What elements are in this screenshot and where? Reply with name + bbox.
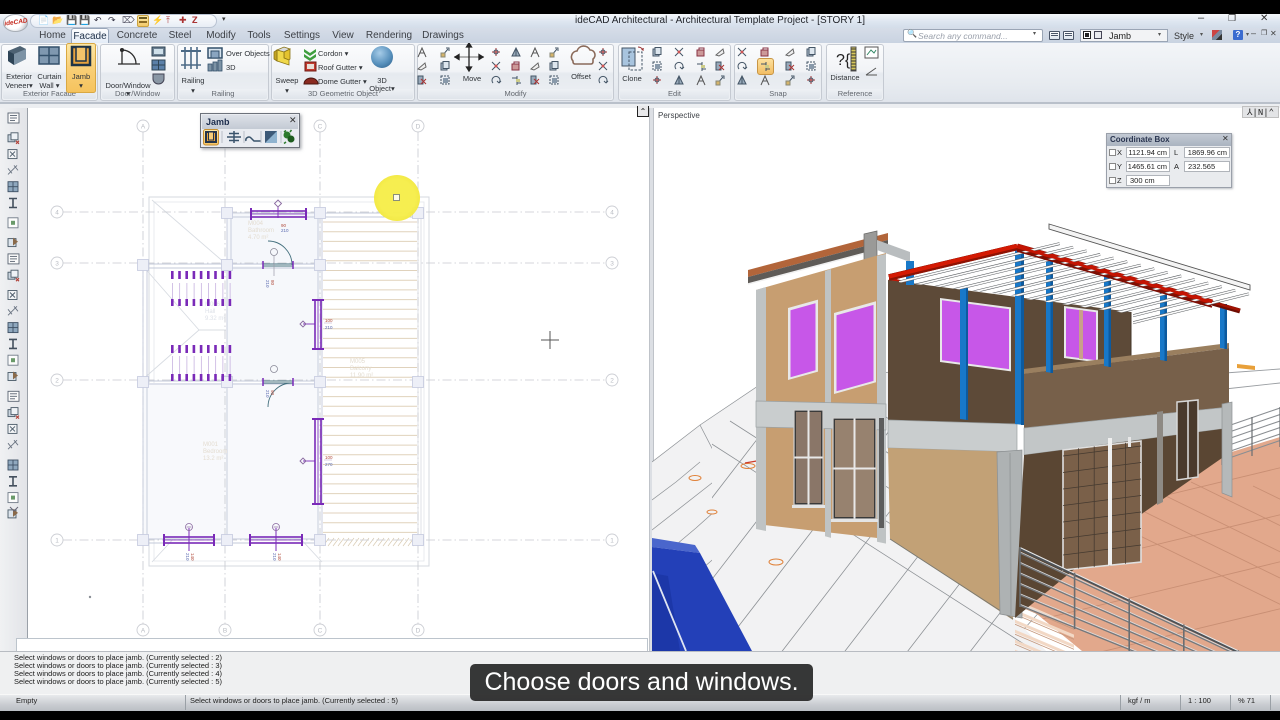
svg-text:D: D [416, 627, 421, 634]
svg-text:210: 210 [272, 553, 277, 561]
svg-text:4.70 m²: 4.70 m² [248, 235, 268, 241]
svg-text:A: A [141, 123, 146, 130]
svg-text:4: 4 [610, 209, 614, 216]
svg-text:B: B [223, 627, 227, 634]
svg-text:Bathroom: Bathroom [248, 228, 274, 234]
svg-text:11.90 m²: 11.90 m² [350, 373, 373, 379]
svg-text:2: 2 [610, 377, 614, 384]
svg-text:D: D [416, 123, 421, 130]
svg-text:1: 1 [55, 537, 59, 544]
svg-text:210: 210 [265, 390, 270, 398]
svg-text:210: 210 [265, 280, 270, 288]
svg-text:100: 100 [325, 455, 333, 460]
svg-text:M001: M001 [203, 442, 219, 448]
svg-text:M005: M005 [350, 359, 366, 365]
svg-text:?{: ?{ [836, 52, 851, 69]
svg-text:A: A [141, 627, 146, 634]
svg-text:C: C [318, 123, 323, 130]
svg-text:C: C [318, 627, 323, 634]
svg-text:210: 210 [281, 228, 289, 233]
svg-text:4: 4 [55, 209, 59, 216]
svg-text:Balcony: Balcony [350, 366, 371, 372]
svg-text:100: 100 [325, 318, 333, 323]
svg-text:1: 1 [610, 537, 614, 544]
svg-text:2: 2 [55, 377, 59, 384]
svg-text:Bedroom: Bedroom [203, 449, 227, 455]
svg-text:210: 210 [185, 553, 190, 561]
svg-text:M004: M004 [248, 221, 264, 227]
svg-text:Perspective: Perspective [658, 111, 700, 120]
svg-text:3: 3 [610, 260, 614, 267]
svg-text:13.2 m²: 13.2 m² [203, 456, 223, 462]
svg-text:9.32 m²: 9.32 m² [205, 316, 225, 322]
svg-text:210: 210 [325, 325, 333, 330]
svg-text:Hall: Hall [205, 309, 215, 315]
svg-text:270: 270 [325, 462, 333, 467]
svg-text:3: 3 [55, 260, 59, 267]
